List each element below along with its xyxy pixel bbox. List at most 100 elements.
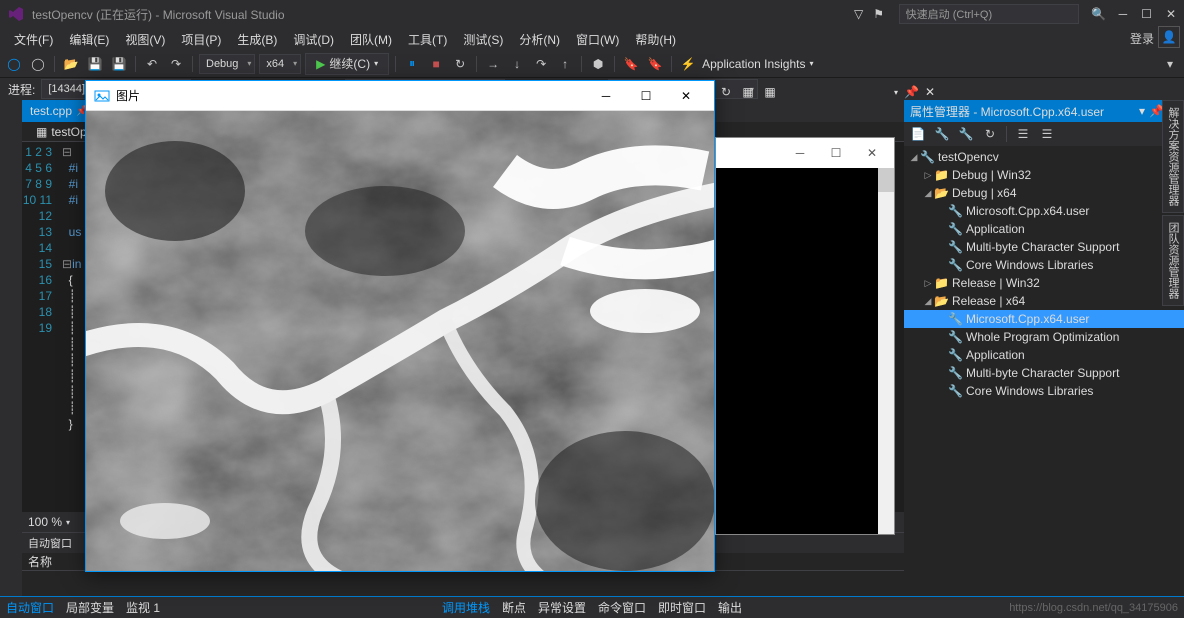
console-window[interactable]: ─ ☐ ✕ (715, 137, 895, 535)
step-into-icon[interactable]: ↓ (507, 54, 527, 74)
login-link[interactable]: 登录 (1130, 30, 1154, 47)
tree-r64-user[interactable]: 🔧Microsoft.Cpp.x64.user (904, 310, 1184, 328)
maximize-button[interactable]: ☐ (1141, 7, 1152, 21)
tree-debug-win32[interactable]: ▷📁Debug | Win32 (904, 166, 1184, 184)
image-viewer-close[interactable]: ✕ (666, 82, 706, 110)
show-next-icon[interactable]: → (483, 54, 503, 74)
menu-debug[interactable]: 调试(D) (285, 29, 342, 50)
zoom-level[interactable]: 100 % (28, 515, 62, 529)
tree-release-win32[interactable]: ▷📁Release | Win32 (904, 274, 1184, 292)
tree-r64-core[interactable]: 🔧Core Windows Libraries (904, 382, 1184, 400)
status-locals-tab[interactable]: 局部变量 (66, 599, 114, 616)
open-file-icon[interactable]: 📂 (61, 54, 81, 74)
menu-tools[interactable]: 工具(T) (400, 29, 455, 50)
continue-button[interactable]: ▶ 继续(C) ▾ (305, 53, 389, 75)
marker2-icon[interactable]: 🔖 (645, 54, 665, 74)
flag-icon[interactable]: ⚑ (869, 4, 889, 24)
marker-icon[interactable]: 🔖 (621, 54, 641, 74)
step-out-icon[interactable]: ↑ (555, 54, 575, 74)
prop-tool6-icon[interactable]: ☰ (1037, 124, 1057, 144)
console-scrollbar[interactable] (878, 168, 894, 534)
status-command-tab[interactable]: 命令窗口 (598, 599, 646, 616)
console-close[interactable]: ✕ (854, 140, 890, 166)
quick-launch-input[interactable]: 快速启动 (Ctrl+Q) (899, 4, 1079, 24)
status-breakpoints-tab[interactable]: 断点 (502, 599, 526, 616)
menu-edit[interactable]: 编辑(E) (61, 29, 117, 50)
menu-analyze[interactable]: 分析(N) (511, 29, 568, 50)
image-viewer-title: 图片 (116, 87, 586, 104)
tree-d64-mb[interactable]: 🔧Multi-byte Character Support (904, 238, 1184, 256)
tree-d64-user[interactable]: 🔧Microsoft.Cpp.x64.user (904, 202, 1184, 220)
prop-tool2-icon[interactable]: 🔧 (932, 124, 952, 144)
image-viewer-maximize[interactable]: ☐ (626, 82, 666, 110)
stop-icon[interactable]: ■ (426, 54, 446, 74)
diag-refresh-icon[interactable]: ↻ (718, 84, 734, 100)
image-viewer-minimize[interactable]: ─ (586, 82, 626, 110)
tree-r64-mb[interactable]: 🔧Multi-byte Character Support (904, 364, 1184, 382)
bolt-icon[interactable]: ⚡ (678, 54, 698, 74)
nav-fwd-icon[interactable]: ◯ (28, 54, 48, 74)
tree-d64-app[interactable]: 🔧Application (904, 220, 1184, 238)
status-autos-tab[interactable]: 自动窗口 (6, 599, 54, 616)
redo-icon[interactable]: ↷ (166, 54, 186, 74)
minimize-button[interactable]: ─ (1119, 7, 1128, 21)
hex-icon[interactable]: ⬢ (588, 54, 608, 74)
tree-d64-core[interactable]: 🔧Core Windows Libraries (904, 256, 1184, 274)
status-output-tab[interactable]: 输出 (718, 599, 742, 616)
image-viewer-window[interactable]: 图片 ─ ☐ ✕ (85, 80, 715, 572)
zoom-dropdown-icon[interactable]: ▾ (66, 518, 70, 527)
prop-tool5-icon[interactable]: ☰ (1013, 124, 1033, 144)
panel-close-icon2[interactable]: ✕ (925, 85, 935, 99)
diag-tool1-icon[interactable]: ▦ (740, 84, 756, 100)
menu-window[interactable]: 窗口(W) (568, 29, 627, 50)
menu-help[interactable]: 帮助(H) (627, 29, 684, 50)
status-immediate-tab[interactable]: 即时窗口 (658, 599, 706, 616)
continue-label: 继续(C) (329, 55, 370, 72)
nav-back-icon[interactable]: ◯ (4, 54, 24, 74)
console-scroll-thumb[interactable] (878, 168, 894, 192)
tree-root[interactable]: ◢🔧testOpencv (904, 148, 1184, 166)
app-insights-dropdown[interactable]: Application Insights ▾ (702, 57, 813, 71)
menu-test[interactable]: 测试(S) (455, 29, 511, 50)
menu-project[interactable]: 项目(P) (173, 29, 229, 50)
step-over-icon[interactable]: ↷ (531, 54, 551, 74)
filter-icon[interactable]: ▽ (849, 4, 869, 24)
status-watch-tab[interactable]: 监视 1 (126, 599, 160, 616)
panel-dropdown-icon[interactable]: ▾ (1139, 104, 1145, 118)
panel-dropdown-icon2[interactable]: ▾ (894, 88, 898, 97)
status-exceptions-tab[interactable]: 异常设置 (538, 599, 586, 616)
pause-icon[interactable]: ⏸ (402, 54, 422, 74)
prop-tool1-icon[interactable]: 📄 (908, 124, 928, 144)
console-titlebar[interactable]: ─ ☐ ✕ (716, 138, 894, 168)
close-button[interactable]: ✕ (1166, 7, 1176, 21)
collapsed-tab-team-explorer[interactable]: 团队资源管理器 (1162, 215, 1184, 306)
platform-dropdown[interactable]: x64 (259, 54, 301, 74)
restart-icon[interactable]: ↻ (450, 54, 470, 74)
save-icon[interactable]: 💾 (85, 54, 105, 74)
menu-file[interactable]: 文件(F) (6, 29, 61, 50)
tree-release-x64[interactable]: ◢📂Release | x64 (904, 292, 1184, 310)
config-dropdown[interactable]: Debug (199, 54, 255, 74)
console-maximize[interactable]: ☐ (818, 140, 854, 166)
search-icon[interactable]: 🔍 (1089, 4, 1109, 24)
tree-r64-app[interactable]: 🔧Application (904, 346, 1184, 364)
collapsed-tab-solution-explorer[interactable]: 解决方案资源管理器 (1162, 100, 1184, 213)
prop-tool3-icon[interactable]: 🔧 (956, 124, 976, 144)
menu-team[interactable]: 团队(M) (342, 29, 400, 50)
status-callstack-tab[interactable]: 调用堆栈 (442, 599, 490, 616)
console-body[interactable] (716, 168, 894, 534)
panel-pin-icon2[interactable]: 📌 (904, 85, 919, 99)
console-minimize[interactable]: ─ (782, 140, 818, 166)
image-viewer-titlebar[interactable]: 图片 ─ ☐ ✕ (86, 81, 714, 111)
undo-icon[interactable]: ↶ (142, 54, 162, 74)
prop-tool4-icon[interactable]: ↻ (980, 124, 1000, 144)
avatar-icon[interactable]: 👤 (1158, 26, 1180, 48)
menu-view[interactable]: 视图(V) (117, 29, 173, 50)
tree-debug-x64[interactable]: ◢📂Debug | x64 (904, 184, 1184, 202)
tree-r64-wpo[interactable]: 🔧Whole Program Optimization (904, 328, 1184, 346)
auto-col-name: 名称 (28, 553, 52, 570)
save-all-icon[interactable]: 💾 (109, 54, 129, 74)
diag-tool2-icon[interactable]: ▦ (762, 84, 778, 100)
menu-build[interactable]: 生成(B) (229, 29, 285, 50)
toolbar-overflow-icon[interactable]: ▾ (1160, 54, 1180, 74)
